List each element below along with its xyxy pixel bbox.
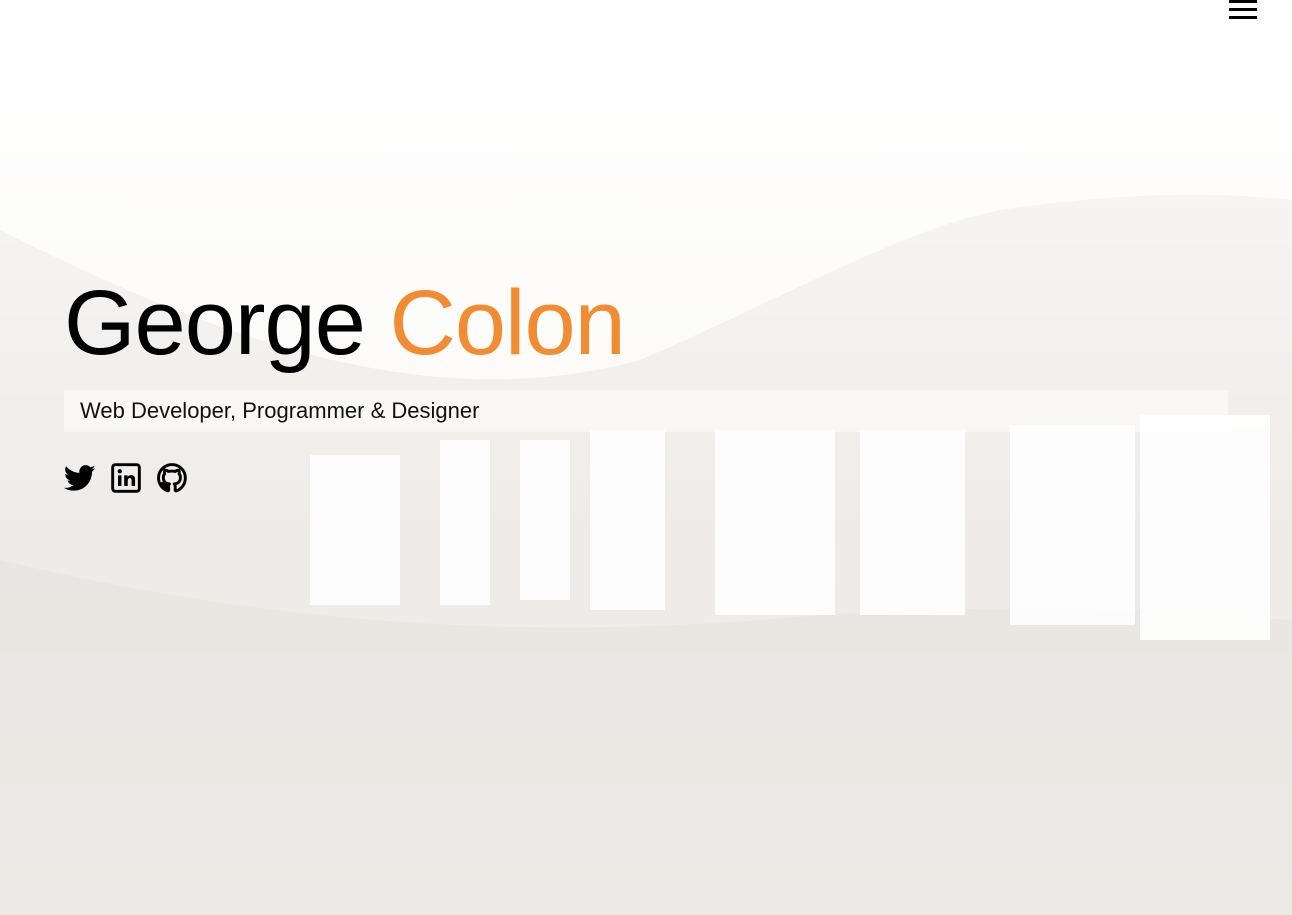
- menu-bar-top: [1229, 0, 1257, 3]
- twitter-link[interactable]: [64, 462, 96, 494]
- first-name: George: [64, 272, 366, 374]
- menu-bar-bottom: [1229, 16, 1257, 19]
- hero-section: George Colon Web Developer, Programmer &…: [64, 268, 1228, 494]
- linkedin-icon: [111, 463, 141, 493]
- menu-bar-middle: [1229, 8, 1257, 11]
- page: George Colon Web Developer, Programmer &…: [0, 0, 1292, 915]
- github-icon: [157, 463, 187, 493]
- linkedin-link[interactable]: [110, 462, 142, 494]
- hamburger-menu-icon[interactable]: [1229, 0, 1257, 22]
- last-name: Colon: [389, 272, 625, 374]
- page-title: George Colon: [64, 268, 1228, 378]
- github-link[interactable]: [156, 462, 188, 494]
- twitter-icon: [64, 465, 96, 491]
- tagline-bar: Web Developer, Programmer & Designer: [64, 390, 1228, 432]
- tagline: Web Developer, Programmer & Designer: [80, 398, 480, 423]
- social-links: [64, 462, 1228, 494]
